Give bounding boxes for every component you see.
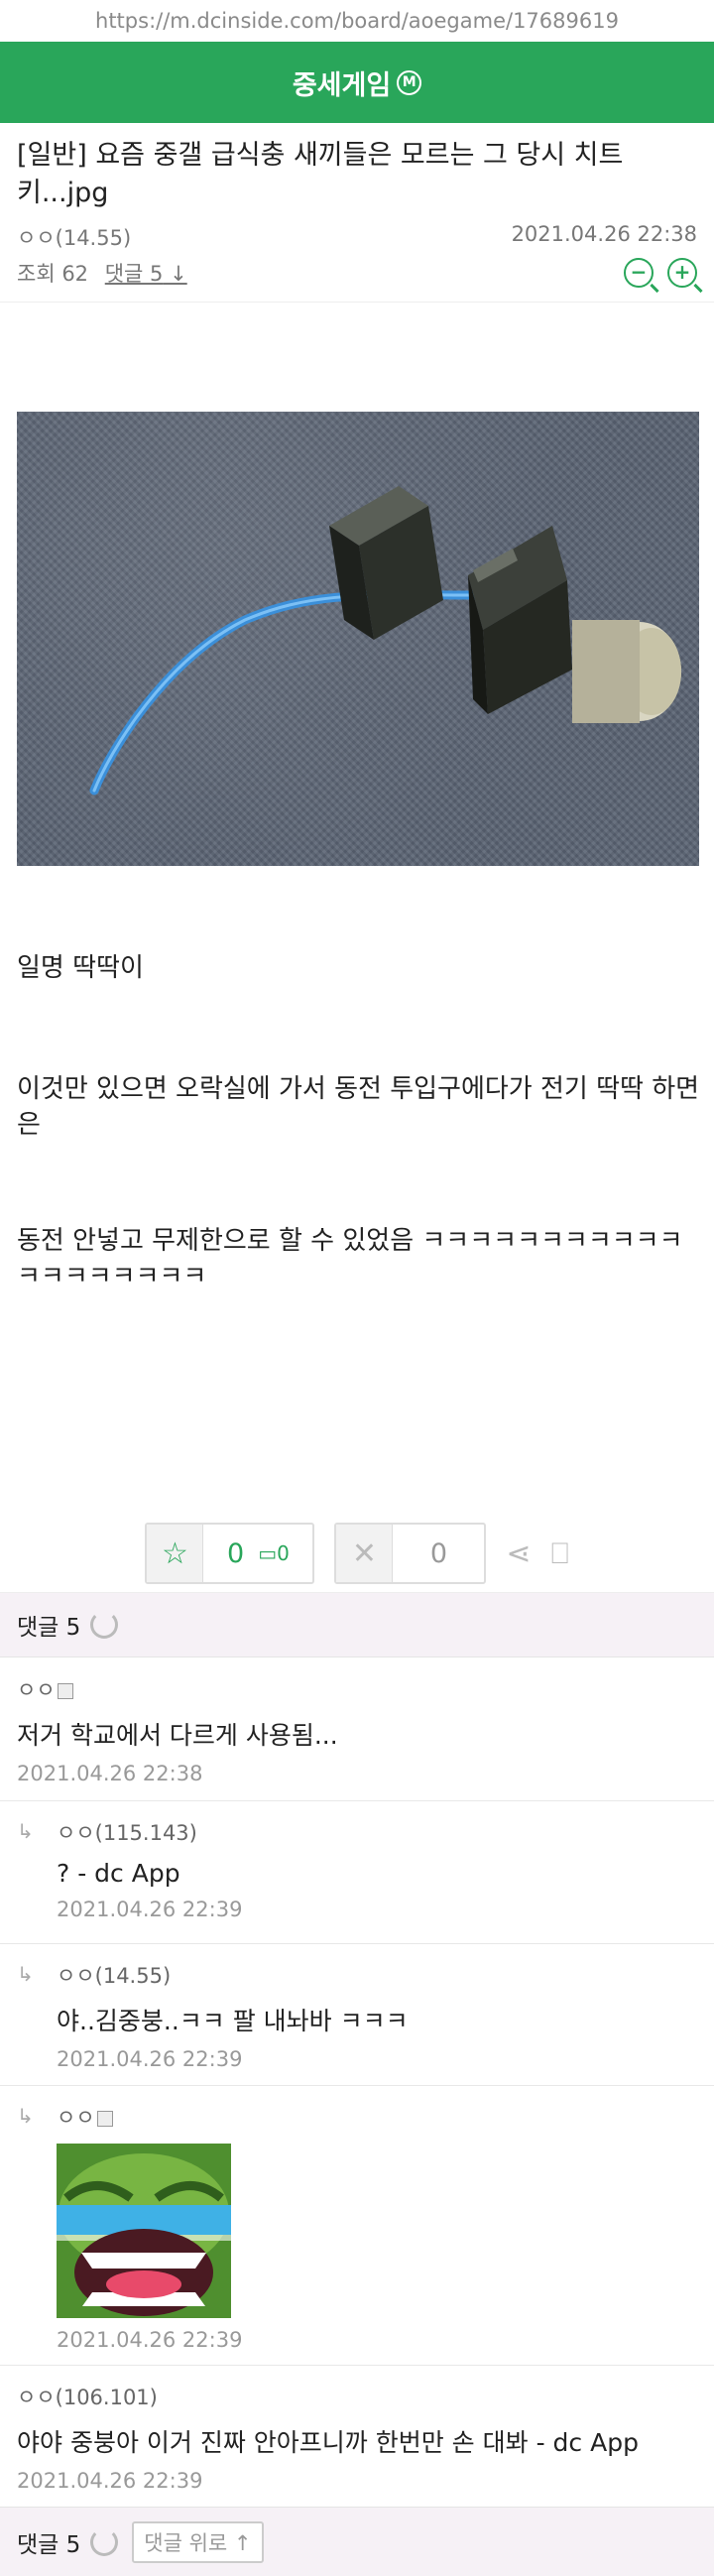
comment-link[interactable]: 댓글 5 ↓ [105,262,187,286]
post-author[interactable]: ㅇㅇ(14.55) [17,222,131,252]
post-paragraph-3: 동전 안넣고 무제한으로 할 수 있었음 ㅋㅋㅋㅋㅋㅋㅋㅋㅋㅋㅋㅋㅋㅋㅋㅋㅋㅋㅋ [17,1226,683,1291]
share-icon[interactable]: ⋖ [506,1536,531,1571]
post-paragraph-2: 이것만 있으면 오락실에 가서 동전 투입구에다가 전기 딱딱 하면은 [17,1074,700,1140]
reply-arrow-icon: ↳ [17,1962,34,1986]
minor-gallery-badge: M [397,69,422,95]
star-icon[interactable]: ☆ [147,1525,204,1582]
comment-footer: 댓글 5 댓글 위로 ↑ [0,2507,714,2576]
comment-text: 야..김중붕..ㅋㅋ 팔 내놔바 ㅋㅋㅋ [57,2007,409,2035]
upvote-box[interactable]: ☆ 0 ▭0 [145,1523,315,1584]
comment-item: ㅇㅇ(106.101) 야야 중붕아 이거 진짜 안아프니까 한번만 손 대봐 … [0,2366,714,2507]
refresh-icon[interactable] [90,2527,119,2556]
comment-author[interactable]: ㅇㅇ(14.55) [57,1960,697,1990]
comment-author[interactable]: ㅇㅇ [57,2106,95,2130]
view-count: 조회 62 [17,262,89,286]
fixed-nick-icon [57,1683,73,1699]
comment-text: ? - dc App [57,1859,180,1888]
downvote-box[interactable]: ✕ 0 [334,1523,487,1584]
close-icon[interactable]: ✕ [336,1525,394,1582]
dccon-emoticon[interactable] [57,2144,231,2318]
comment-author[interactable]: ㅇㅇ(106.101) [17,2382,697,2411]
upvote-count: 0 [227,1537,245,1569]
scroll-to-comments-button[interactable]: 댓글 위로 ↑ [132,2520,264,2563]
post-title: [일반] 요즘 중갤 급식충 새끼들은 모르는 그 당시 치트키...jpg [17,140,624,208]
comment-text: 야야 중붕아 이거 진짜 안아프니까 한번만 손 대봐 - dc App [17,2428,639,2457]
gallery-header[interactable]: 중세게임 M [0,42,714,123]
reply-arrow-icon: ↳ [17,2104,34,2128]
post-paragraph-1: 일명 딱딱이 [17,953,144,983]
zoom-out-icon[interactable]: − [624,258,654,288]
comment-date: 2021.04.26 22:39 [17,2469,203,2493]
reply-item: ↳ ㅇㅇ 2021.04.26 22:39 [0,2086,714,2366]
refresh-icon[interactable] [90,1611,119,1639]
zoom-in-icon[interactable]: + [667,258,697,288]
footer-comment-count: 댓글 5 [17,2531,81,2558]
address-bar[interactable]: https://m.dcinside.com/board/aoegame/176… [0,0,714,42]
downvote-count: 0 [429,1537,448,1569]
comment-date: 2021.04.26 22:38 [17,1762,203,1785]
comment-date: 2021.04.26 22:39 [57,2328,243,2352]
reply-item: ↳ ㅇㅇ(115.143) ? - dc App 2021.04.26 22:3… [0,1801,714,1944]
gallery-name: 중세게임 [292,69,392,101]
comment-text: 저거 학교에서 다르게 사용됨... [17,1721,338,1750]
post-meta: ㅇㅇ(14.55) 2021.04.26 22:38 [0,212,714,252]
reply-item: ↳ ㅇㅇ(14.55) 야..김중붕..ㅋㅋ 팔 내놔바 ㅋㅋㅋ 2021.04… [0,1944,714,2086]
bookmark-icon[interactable]: ⎕ [551,1536,569,1571]
comment-author[interactable]: ㅇㅇ [17,1678,56,1702]
comment-author[interactable]: ㅇㅇ(115.143) [57,1817,697,1847]
comment-count: 댓글 5 [17,1615,81,1641]
comment-date: 2021.04.26 22:39 [57,2047,243,2071]
comment-header: 댓글 5 [0,1592,714,1657]
fixed-nick-icon [96,2111,113,2127]
post-date: 2021.04.26 22:38 [511,222,697,246]
fixed-upvote: ▭0 [258,1541,290,1565]
post-stats: 조회 62 댓글 5 ↓ − + [0,252,714,303]
vote-bar: ☆ 0 ▭0 ✕ 0 ⋖ ⎕ [0,1523,714,1584]
zoom-controls: − + [624,258,697,288]
post-image [17,412,699,866]
comment-item: ㅇㅇ 저거 학교에서 다르게 사용됨... 2021.04.26 22:38 [0,1658,714,1801]
comment-date: 2021.04.26 22:39 [57,1898,243,1921]
reply-arrow-icon: ↳ [17,1819,34,1843]
